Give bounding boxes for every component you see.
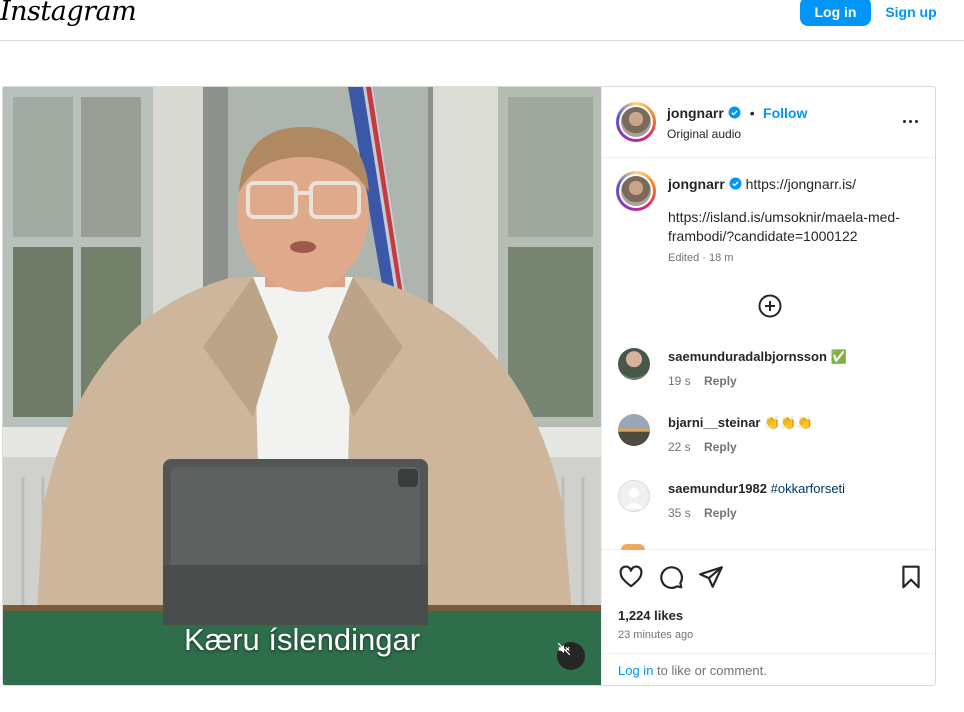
default-avatar-icon[interactable]	[618, 480, 650, 512]
author-username[interactable]: jongnarr	[667, 105, 724, 121]
original-audio-link[interactable]: Original audio	[667, 127, 807, 141]
author-avatar[interactable]	[616, 102, 656, 142]
caption: jongnarr https://jongnarr.is/ https://is…	[668, 175, 924, 264]
video-subtitle: Kæru íslendingar	[183, 622, 421, 657]
caption-candidate-link-line2[interactable]: frambodi/?candidate=1000122	[668, 228, 858, 244]
reply-button[interactable]: Reply	[704, 374, 737, 388]
verified-badge-icon	[728, 106, 741, 119]
reply-button[interactable]: Reply	[704, 506, 737, 520]
follow-button[interactable]: Follow	[763, 105, 807, 121]
comment-bubble-icon[interactable]	[658, 564, 684, 590]
login-to-interact-link[interactable]: Log in	[618, 663, 653, 678]
post-actions: 1,224 likes 23 minutes ago Log in to lik…	[602, 544, 935, 685]
caption-candidate-link-line1[interactable]: https://island.is/umsoknir/maela-med-	[668, 209, 900, 225]
comment-username[interactable]: saemunduradalbjornsson	[668, 349, 827, 364]
comment-item: bjarni__steinar 👏👏👏 22 s Reply	[618, 414, 918, 464]
caption-website-link[interactable]: https://jongnarr.is/	[746, 176, 857, 192]
login-prompt: Log in to like or comment.	[602, 653, 935, 685]
separator-dot: •	[749, 105, 755, 121]
reply-button[interactable]: Reply	[704, 440, 737, 454]
commenter-avatar[interactable]	[618, 348, 650, 380]
commenter-avatar[interactable]	[618, 414, 650, 446]
caption-username[interactable]: jongnarr	[668, 176, 725, 192]
mute-toggle-button[interactable]	[557, 642, 585, 670]
video-frame-illustration	[3, 87, 601, 685]
share-paper-plane-icon[interactable]	[698, 564, 724, 590]
comment-time: 35 s	[668, 506, 691, 520]
comment-username[interactable]: saemundur1982	[668, 481, 767, 496]
post-time-ago: 23 minutes ago	[618, 629, 694, 641]
author-info: jongnarr • Follow Original audio	[667, 105, 807, 141]
comment-username[interactable]: bjarni__steinar	[668, 415, 761, 430]
instagram-logo[interactable]: Instagram	[0, 0, 137, 27]
load-more-comments-icon[interactable]	[758, 294, 782, 318]
comment-time: 19 s	[668, 374, 691, 388]
comment-hashtag[interactable]: #okkarforseti	[771, 481, 845, 496]
likes-count[interactable]: 1,224 likes	[618, 608, 683, 623]
caption-edited-time: Edited · 18 m	[668, 252, 734, 264]
comment-item: saemundur1982 #okkarforseti 35 s Reply	[618, 480, 918, 530]
signup-button[interactable]: Sign up	[880, 0, 942, 26]
post-side-panel: jongnarr • Follow Original audio jongnar…	[601, 87, 935, 685]
verified-badge-icon	[729, 177, 742, 190]
more-options-icon[interactable]	[900, 111, 920, 131]
top-navigation-bar: Instagram Log in Sign up	[0, 0, 964, 41]
caption-avatar[interactable]	[616, 171, 656, 211]
post-video[interactable]: Kæru íslendingar	[3, 87, 601, 685]
post-header: jongnarr • Follow Original audio	[602, 87, 935, 158]
check-emoji-icon: ✅	[830, 349, 847, 364]
post-container: Kæru íslendingar jongnarr • Follow Origi…	[2, 86, 936, 686]
comment-item: saemunduradalbjornsson ✅ 19 s Reply	[618, 348, 918, 398]
save-bookmark-icon[interactable]	[898, 564, 924, 590]
comment-time: 22 s	[668, 440, 691, 454]
login-prompt-text: to like or comment.	[653, 663, 767, 678]
login-button[interactable]: Log in	[800, 0, 871, 26]
partial-avatar	[621, 544, 645, 550]
like-heart-icon[interactable]	[618, 564, 644, 590]
speaker-muted-icon	[557, 642, 571, 656]
clapping-hands-emoji-icon: 👏👏👏	[764, 415, 813, 430]
